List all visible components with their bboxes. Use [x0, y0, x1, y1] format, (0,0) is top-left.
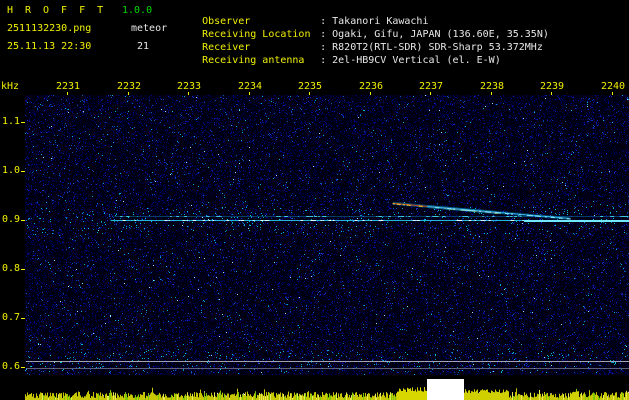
echo-count: 21 — [137, 41, 150, 52]
freq-label: 0.9 — [1, 214, 20, 225]
freq-label: 1.0 — [1, 165, 20, 176]
app-title: HROFFT — [7, 5, 116, 16]
freq-label: 0.6 — [1, 361, 20, 372]
info-row-antenna: Receiving antenna : 2el-HB9CV Vertical (e… — [178, 43, 501, 79]
time-tick — [370, 92, 371, 95]
time-label: 2234 — [237, 81, 263, 92]
time-label: 2232 — [116, 81, 142, 92]
freq-tick — [21, 367, 25, 368]
app-version: 1.0.0 — [122, 5, 153, 16]
time-tick — [188, 92, 189, 95]
mode-label: meteor — [131, 23, 168, 34]
signal-meter-canvas — [25, 377, 629, 400]
freq-tick — [21, 171, 25, 172]
time-label: 2239 — [539, 81, 565, 92]
freq-label: 0.8 — [1, 263, 20, 274]
time-label: 2240 — [600, 81, 626, 92]
info-label: Receiving antenna — [202, 55, 305, 66]
time-label: 2235 — [297, 81, 323, 92]
time-tick — [128, 92, 129, 95]
time-tick — [551, 92, 552, 95]
time-tick — [612, 92, 613, 95]
time-tick — [249, 92, 250, 95]
datetime-label: 25.11.13 22:30 — [7, 41, 92, 52]
info-value: : 2el-HB9CV Vertical (el. E-W) — [320, 55, 501, 66]
hrofft-screen: HROFFT 1.0.0 2511132230.png meteor 25.11… — [0, 0, 629, 400]
time-label: 2238 — [479, 81, 505, 92]
time-tick — [491, 92, 492, 95]
time-label: 2237 — [418, 81, 444, 92]
output-filename: 2511132230.png — [7, 23, 92, 34]
time-label: 2236 — [358, 81, 384, 92]
freq-label: 0.7 — [1, 312, 20, 323]
freq-tick — [21, 269, 25, 270]
spectrogram-canvas — [25, 95, 629, 375]
time-tick — [67, 92, 68, 95]
time-label: 2233 — [176, 81, 202, 92]
freq-tick — [21, 122, 25, 123]
time-tick — [309, 92, 310, 95]
time-label: 2231 — [55, 81, 81, 92]
freq-tick — [21, 318, 25, 319]
freq-axis-unit: kHz — [1, 81, 20, 92]
time-tick — [430, 92, 431, 95]
freq-label: 1.1 — [1, 116, 20, 127]
freq-tick — [21, 220, 25, 221]
